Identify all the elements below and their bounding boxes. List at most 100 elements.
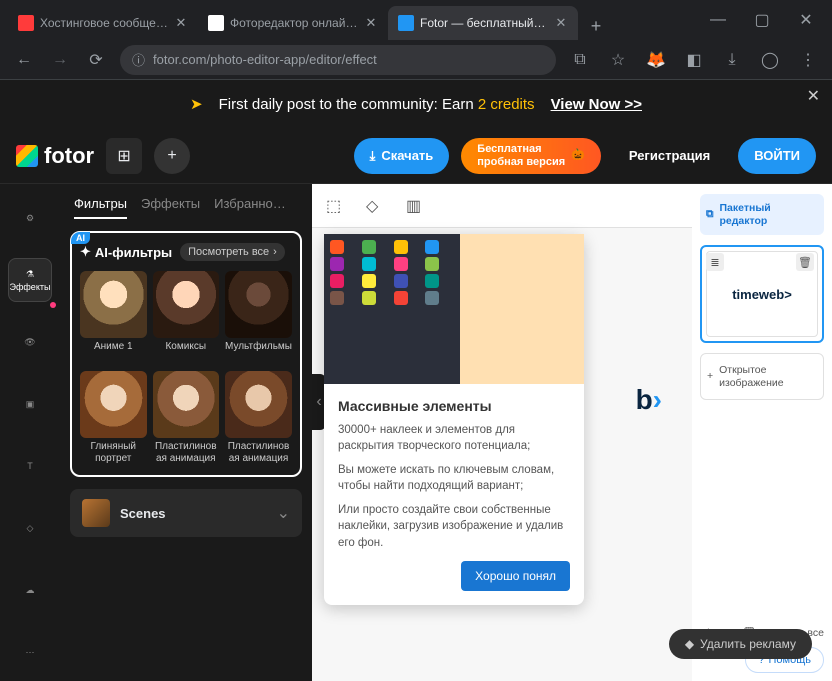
see-all-button[interactable]: Посмотреть все › [180, 243, 285, 261]
ai-badge: AI [71, 232, 90, 244]
pumpkin-icon: 🎃 [571, 149, 585, 161]
popup-ok-button[interactable]: Хорошо понял [461, 561, 570, 591]
sidebar-item-frames[interactable]: ▣ [8, 382, 52, 426]
downloads-icon[interactable]: ⤓ [720, 48, 744, 72]
extension-fox-icon[interactable]: 🦊 [644, 48, 668, 72]
tab-2[interactable]: Фоторедактор онлайн: бесп ✕ [198, 6, 388, 40]
filter-thumbnail [80, 271, 147, 338]
promo-banner: ➤ First daily post to the community: Ear… [0, 80, 832, 128]
sidebar-item-effects[interactable]: ⚗ Эффекты [8, 258, 52, 302]
effects-panel: Фильтры Эффекты Избранно… AI ✦ AI-фильтр… [60, 184, 312, 681]
filter-thumbnail [225, 371, 292, 438]
menu-icon[interactable]: ⋮ [796, 48, 820, 72]
image-thumbnail[interactable]: ≣ 🗑 timeweb> [700, 245, 824, 343]
sidebar-item-more[interactable]: ⋯ [8, 630, 52, 674]
batch-editor-button[interactable]: ⧉ Пакетный редактор [700, 194, 824, 235]
tab-title: Фоторедактор онлайн: бесп [230, 16, 358, 30]
chevron-down-icon: ⌄ [277, 503, 290, 523]
close-icon[interactable]: ✕ [364, 16, 378, 30]
back-button[interactable]: ← [12, 48, 36, 72]
install-app-icon[interactable]: ⧉ [568, 48, 592, 72]
open-image-button[interactable]: + Открытое изображение [700, 353, 824, 400]
filter-thumbnail [80, 371, 147, 438]
popup-text: 30000+ наклеек и элементов для раскрытия… [338, 422, 570, 454]
delete-icon[interactable]: 🗑 [796, 253, 814, 271]
content-area: ⚙ ⚗ Эффекты 👁 ▣ T ◇ ☁ ⋯ Фильтры Эффекты … [0, 184, 832, 681]
profile-icon[interactable]: ◯ [758, 48, 782, 72]
eraser-icon[interactable]: ◇ [366, 196, 386, 216]
forward-button[interactable]: → [48, 48, 72, 72]
filter-label: Мультфильмы [225, 341, 292, 365]
sidebar-item-text[interactable]: T [8, 444, 52, 488]
extensions-icon[interactable]: ◧ [682, 48, 706, 72]
favicon-icon [398, 15, 414, 31]
grid-icon[interactable]: ⊞ [106, 138, 142, 174]
close-icon[interactable]: ✕ [174, 16, 188, 30]
download-button[interactable]: ⤓ Скачать [354, 138, 450, 174]
tab-filters[interactable]: Фильтры [74, 196, 127, 219]
url-input[interactable]: ⓘ fotor.com/photo-editor-app/editor/effe… [120, 45, 556, 75]
ai-filter-item[interactable]: Мультфильмы [225, 271, 292, 365]
login-button[interactable]: ВОЙТИ [738, 138, 816, 174]
shapes-icon: ◇ [27, 523, 34, 534]
filter-label: Аниме 1 [80, 341, 147, 365]
onboarding-popup: Массивные элементы 30000+ наклеек и элем… [324, 234, 584, 605]
sidebar-item-elements[interactable]: ◇ [8, 506, 52, 550]
filter-label: Глиняный портрет [80, 441, 147, 465]
logo[interactable]: fotor [16, 143, 94, 169]
window-controls: — ▢ ✕ [700, 6, 824, 40]
reload-button[interactable]: ⟳ [84, 48, 108, 72]
minimize-button[interactable]: — [700, 6, 736, 34]
layers-icon[interactable]: ≣ [706, 253, 724, 271]
tab-title: Fotor — бесплатный онлай [420, 16, 548, 30]
close-icon[interactable]: ✕ [554, 16, 568, 30]
close-window-button[interactable]: ✕ [788, 6, 824, 34]
banner-cta[interactable]: View Now >> [551, 96, 642, 113]
diamond-icon: ◆ [685, 637, 694, 651]
ai-filter-item[interactable]: Пластилинов ая анимация [225, 371, 292, 465]
popup-text: Или просто создайте свои собственные нак… [338, 502, 570, 550]
copy-icon: ⧉ [706, 208, 714, 221]
sidebar-item-beauty[interactable]: 👁 [8, 320, 52, 364]
ai-filter-item[interactable]: Глиняный портрет [80, 371, 147, 465]
sidebar-item-cloud[interactable]: ☁ [8, 568, 52, 612]
tab-favorites[interactable]: Избранно… [214, 196, 286, 219]
scenes-category[interactable]: Scenes ⌄ [70, 489, 302, 537]
add-button[interactable]: + [154, 138, 190, 174]
filter-label: Пластилинов ая анимация 1 [153, 441, 220, 465]
notification-dot-icon [50, 302, 56, 308]
site-info-icon[interactable]: ⓘ [132, 50, 145, 69]
download-icon: ⤓ [370, 148, 376, 164]
canvas-image[interactable]: b› [636, 384, 662, 416]
right-panel: ⧉ Пакетный редактор ≣ 🗑 timeweb> + Откры… [692, 184, 832, 681]
scenes-thumb-icon [82, 499, 110, 527]
ai-filter-item[interactable]: Пластилинов ая анимация 1 [153, 371, 220, 465]
toolbar-icons: ⧉ ☆ 🦊 ◧ ⤓ ◯ ⋮ [568, 48, 820, 72]
filter-thumbnail [153, 371, 220, 438]
sidebar-item-adjust[interactable]: ⚙ [8, 196, 52, 240]
tab-title: Хостинговое сообщество «Т [40, 16, 168, 30]
crop-icon[interactable]: ⬚ [326, 196, 346, 216]
register-link[interactable]: Регистрация [613, 138, 726, 174]
canvas-area: ⬚ ◇ ▥ ‹ b› Массивные элементы 30000+ нак… [312, 184, 692, 681]
ai-filters-title: ✦ AI-фильтры [80, 244, 172, 260]
trial-button[interactable]: Бесплатная пробная версия 🎃 [461, 138, 601, 174]
bookmark-icon[interactable]: ☆ [606, 48, 630, 72]
maximize-button[interactable]: ▢ [744, 6, 780, 34]
more-icon: ⋯ [26, 647, 35, 658]
banner-close-icon[interactable]: ✕ [807, 86, 820, 106]
remove-ads-button[interactable]: ◆ Удалить рекламу [669, 629, 812, 659]
ai-filter-item[interactable]: Комиксы [153, 271, 220, 365]
ai-filter-item[interactable]: Аниме 1 [80, 271, 147, 365]
flip-icon[interactable]: ▥ [406, 196, 426, 216]
new-tab-button[interactable]: + [582, 12, 610, 40]
filter-label: Пластилинов ая анимация [225, 441, 292, 465]
address-bar: ← → ⟳ ⓘ fotor.com/photo-editor-app/edito… [0, 40, 832, 80]
tab-strip: Хостинговое сообщество «Т ✕ Фоторедактор… [8, 6, 700, 40]
tab-1[interactable]: Хостинговое сообщество «Т ✕ [8, 6, 198, 40]
tab-3[interactable]: Fotor — бесплатный онлай ✕ [388, 6, 578, 40]
popup-title: Массивные элементы [338, 398, 570, 414]
tab-effects[interactable]: Эффекты [141, 196, 200, 219]
plus-icon: + [707, 370, 713, 383]
arrow-icon: ➤ [190, 95, 203, 113]
